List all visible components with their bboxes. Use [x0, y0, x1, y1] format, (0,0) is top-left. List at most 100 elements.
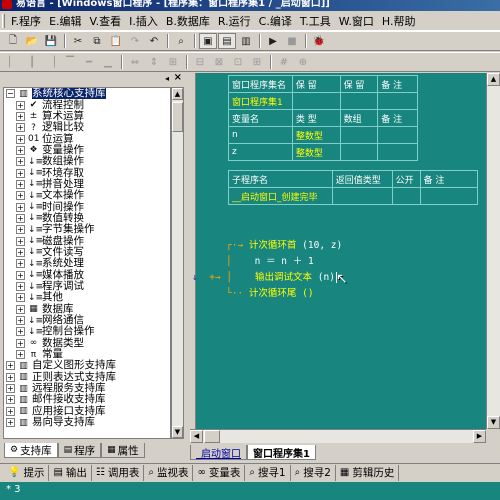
menu-view[interactable]: V.查看 — [86, 13, 126, 29]
tree-item[interactable]: + ↓≡ 拼音处理 — [4, 178, 170, 190]
expand-icon[interactable]: + — [16, 111, 25, 121]
tree-item[interactable]: +? 逻辑比较 — [4, 122, 170, 133]
tree-item[interactable]: + ↓≡ 时间操作 — [4, 201, 170, 212]
sub-public-cell[interactable] — [391, 187, 421, 205]
scroll-thumb[interactable] — [172, 102, 183, 132]
class-note-cell[interactable] — [377, 92, 418, 110]
same-height-icon[interactable]: ⇕ — [145, 54, 163, 70]
tab-program[interactable]: ▤ 程序 — [57, 443, 102, 458]
layout-2-icon[interactable]: ▤ — [218, 33, 236, 49]
tab-startup-window[interactable]: _启动窗口 — [190, 445, 247, 460]
expand-icon[interactable]: + — [16, 338, 25, 348]
tree-item[interactable]: + ↓≡ 系统处理 — [4, 258, 170, 269]
open-folder-icon[interactable]: 📂 — [23, 33, 41, 49]
grid-icon[interactable]: # — [275, 54, 293, 70]
paste-icon[interactable]: 📋 — [107, 33, 125, 49]
same-width-icon[interactable]: ⇔ — [126, 54, 144, 70]
expand-icon[interactable]: + — [16, 191, 25, 201]
code-editor[interactable]: 窗口程序集名 保 留 保 留 备 注 窗口程序集1 变量名 类 型 数组 备 注… — [190, 73, 486, 429]
code-line-assign[interactable]: │ n ＝ n ＋ 1 — [226, 253, 314, 267]
menu-insert[interactable]: I.插入 — [125, 13, 162, 29]
menu-run[interactable]: R.运行 — [214, 13, 255, 29]
expand-icon[interactable]: + — [16, 270, 25, 280]
editor-vertical-scrollbar[interactable]: ▲ ▼ — [486, 73, 500, 429]
run-icon[interactable]: ▶ — [264, 33, 282, 49]
layout-1-icon[interactable]: ▣ — [199, 33, 217, 49]
expand-icon[interactable]: + — [6, 372, 15, 382]
class-name-cell[interactable]: 窗口程序集1 — [228, 92, 293, 110]
tree-item[interactable]: + ↓≡ 控制台操作 — [4, 326, 170, 337]
expand-icon[interactable]: + — [16, 123, 25, 133]
tree-item[interactable]: + ↓≡ 媒体播放 — [4, 269, 170, 281]
tree-item[interactable]: +01 位运算 — [4, 133, 170, 144]
var-type-cell[interactable]: 整数型 — [291, 126, 341, 144]
save-icon[interactable]: 💾 — [42, 33, 60, 49]
editor-horizontal-scrollbar[interactable]: ◀ ▶ — [190, 429, 486, 443]
tree-item[interactable]: − ▥ 系统核心支持库 — [4, 88, 170, 100]
expand-icon[interactable]: + — [16, 225, 25, 235]
expand-icon[interactable]: + — [16, 304, 25, 314]
output-pane[interactable]: * 3 — [0, 482, 500, 500]
scroll-down-icon[interactable]: ▼ — [487, 416, 500, 429]
tab-clip-history[interactable]: ▦ 剪辑历史 — [336, 464, 400, 481]
menu-grip[interactable] — [2, 13, 5, 28]
sub-return-cell[interactable] — [331, 187, 393, 205]
menu-database[interactable]: B.数据库 — [162, 13, 214, 29]
undo-icon[interactable]: ↶ — [145, 33, 163, 49]
menu-window[interactable]: W.窗口 — [335, 13, 378, 29]
tab-support-library[interactable]: ⚙ 支持库 — [4, 443, 58, 458]
var-note-cell[interactable] — [377, 126, 418, 144]
same-size-icon[interactable]: ⊞ — [164, 54, 182, 70]
find-icon[interactable]: ⌕ — [172, 33, 190, 49]
expand-icon[interactable]: + — [16, 202, 25, 212]
copy-icon[interactable]: ⧉ — [88, 33, 106, 49]
var-array-cell[interactable] — [339, 143, 379, 161]
scroll-down-icon[interactable]: ▼ — [172, 426, 183, 438]
class-reserved-cell[interactable] — [339, 92, 379, 110]
menu-program[interactable]: F.程序 — [7, 13, 45, 29]
expand-icon[interactable]: + — [16, 247, 25, 257]
expand-icon[interactable]: + — [16, 350, 25, 360]
sub-name-cell[interactable]: __启动窗口_创建完毕 — [228, 187, 333, 205]
tab-window-class[interactable]: 窗口程序集1 — [247, 445, 316, 460]
tab-call-table[interactable]: ☷ 调用表 — [92, 464, 145, 481]
code-line-loop-start[interactable]: ┌·→ 计次循环首 (10, z) — [226, 237, 342, 251]
sub-note-cell[interactable] — [419, 187, 479, 205]
pin-icon[interactable]: ◂ — [165, 74, 169, 83]
tree-item[interactable]: + ↓≡ 程序调试 — [4, 281, 170, 292]
expand-icon[interactable]: + — [6, 406, 15, 416]
menu-edit[interactable]: E.编辑 — [45, 13, 85, 29]
tree-item[interactable]: + ↓≡ 文本操作 — [4, 190, 170, 201]
tree-item[interactable]: + ↓≡ 环境存取 — [4, 167, 170, 178]
tree-item[interactable]: + ▦ 数据库 — [4, 303, 170, 315]
tree-item[interactable]: + ∞ 数据类型 — [4, 337, 170, 349]
debug-icon[interactable]: 🐞 — [310, 33, 328, 49]
tab-search1[interactable]: ⌕ 搜寻1 — [245, 464, 291, 481]
expand-icon[interactable]: + — [16, 157, 25, 167]
tab-output[interactable]: ▤ 输出 — [49, 464, 92, 481]
tab-search2[interactable]: ⌕ 搜寻2 — [291, 464, 336, 481]
expand-icon[interactable]: + — [16, 259, 25, 269]
new-file-icon[interactable]: 🗋 — [4, 33, 22, 49]
align-center-icon[interactable]: ┃ — [23, 54, 41, 70]
expand-icon[interactable]: + — [16, 134, 25, 144]
var-name-cell[interactable]: n — [228, 126, 293, 144]
align-bottom-icon[interactable]: ▁ — [99, 54, 117, 70]
var-type-cell[interactable]: 整数型 — [291, 143, 341, 161]
expand-icon[interactable]: + — [16, 100, 25, 110]
cut-icon[interactable]: ✂ — [69, 33, 87, 49]
var-note-cell[interactable] — [377, 143, 418, 161]
align-right-icon[interactable]: ▕ — [42, 54, 60, 70]
code-line-loop-end[interactable]: └·· 计次循环尾 () — [226, 285, 314, 299]
tree-item[interactable]: + ± 算术运算 — [4, 110, 170, 122]
tree-scrollbar[interactable]: ▲ ▼ — [171, 87, 184, 439]
redo-icon[interactable]: ↷ — [126, 33, 144, 49]
expand-icon[interactable]: + — [16, 168, 25, 178]
align-left-icon[interactable]: ▏ — [4, 54, 22, 70]
collapse-icon[interactable]: − — [6, 89, 15, 99]
tab-hint[interactable]: 💡 提示 — [4, 464, 50, 481]
expand-icon[interactable]: + — [16, 282, 25, 292]
expand-icon[interactable]: + — [6, 418, 15, 428]
code-line-output[interactable]: ↓ +→ │ 输出调试文本 (n) — [192, 269, 337, 283]
tree-item[interactable]: + ↓≡ 磁盘操作 — [4, 235, 170, 246]
